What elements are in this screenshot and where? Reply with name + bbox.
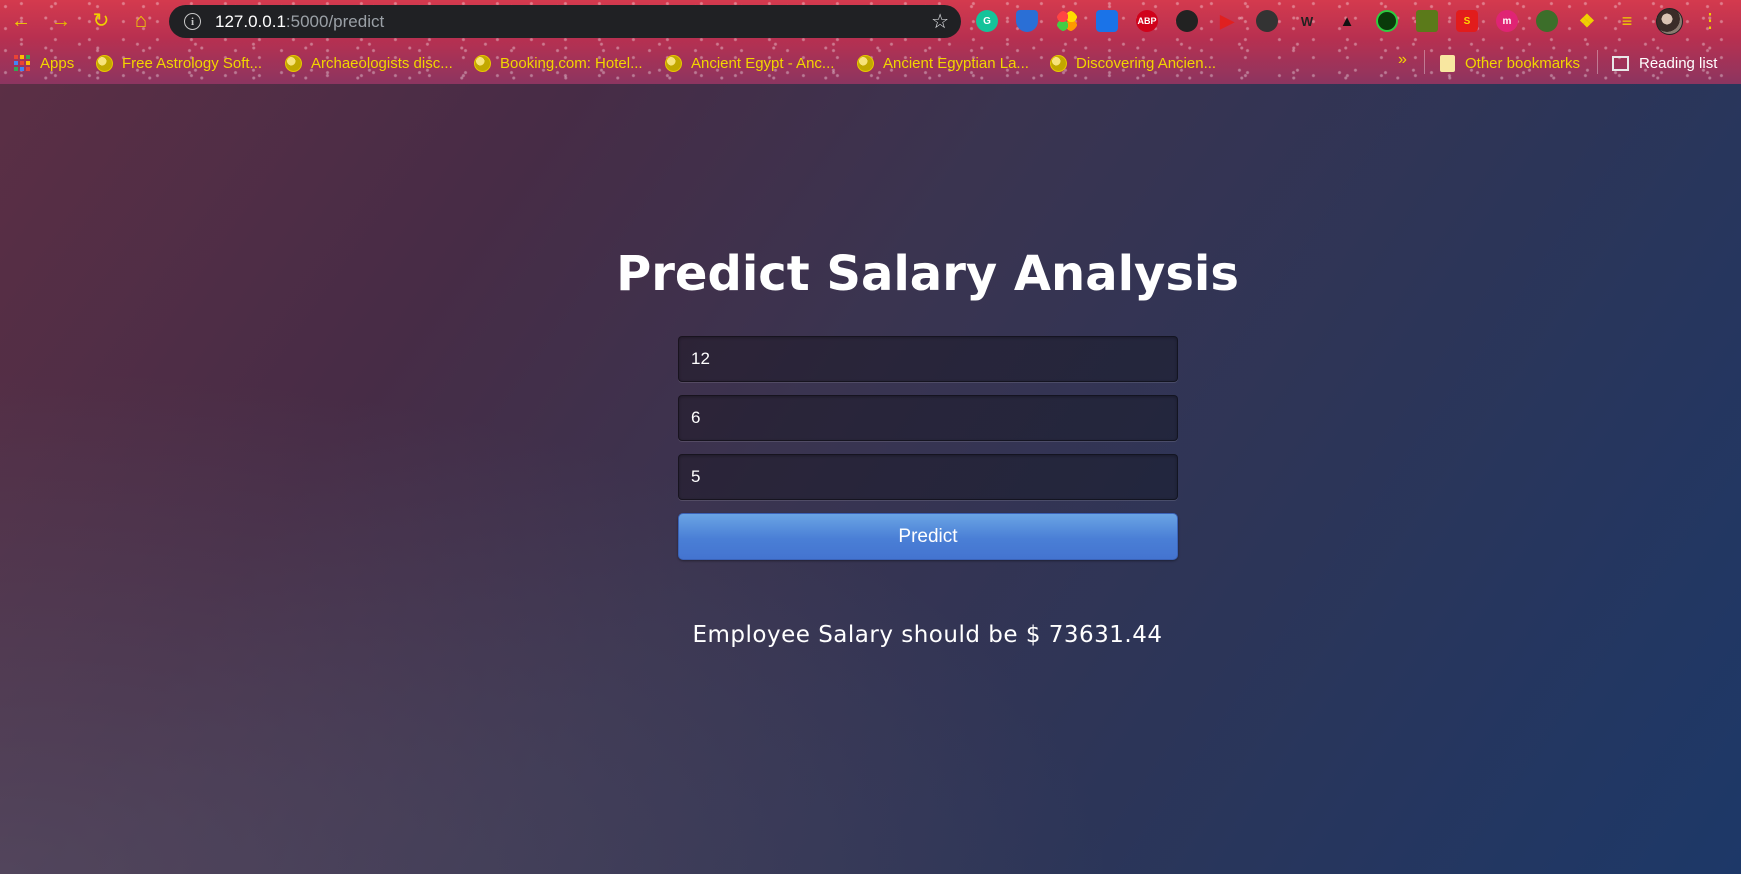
address-host: 127.0.0.1 bbox=[215, 11, 286, 31]
other-bookmarks-label: Other bookmarks bbox=[1465, 54, 1581, 72]
globe-icon bbox=[474, 54, 491, 72]
browser-chrome: ← → ↻ ⌂ i 127.0.0.1:5000/predict ☆ G ABP… bbox=[0, 0, 1741, 84]
bookmark-label: Free Astrology Soft... bbox=[122, 54, 263, 72]
reading-list-icon bbox=[1612, 55, 1629, 71]
other-bookmarks[interactable]: Other bookmarks bbox=[1440, 52, 1580, 74]
m-logo-icon[interactable]: m bbox=[1496, 10, 1518, 32]
flower-extension-icon[interactable] bbox=[1056, 10, 1078, 32]
adblock-icon[interactable]: ABP bbox=[1136, 10, 1158, 32]
globe-icon bbox=[857, 54, 874, 72]
bookmark-label: Apps bbox=[40, 54, 75, 72]
bookmarks-divider bbox=[1424, 50, 1425, 74]
address-bar[interactable]: i 127.0.0.1:5000/predict ☆ bbox=[169, 5, 961, 38]
leaf-extension-icon[interactable] bbox=[1536, 10, 1558, 32]
home-icon[interactable]: ⌂ bbox=[128, 8, 154, 34]
wonder-woman-icon[interactable]: W bbox=[1296, 10, 1318, 32]
bookmark-label: Ancient Egyptian La... bbox=[883, 54, 1029, 72]
page-title: Predict Salary Analysis bbox=[616, 246, 1239, 302]
reload-icon[interactable]: ↻ bbox=[88, 8, 114, 34]
bookmark-star-icon[interactable]: ☆ bbox=[931, 9, 949, 34]
reading-list[interactable]: Reading list bbox=[1612, 52, 1717, 74]
bookmark-label: Booking.com: Hotel... bbox=[500, 54, 643, 72]
play-icon[interactable]: ▶ bbox=[1216, 10, 1238, 32]
bookmark-item[interactable]: Discovering Ancien... bbox=[1050, 52, 1216, 74]
input-field-3[interactable] bbox=[678, 454, 1178, 500]
globe-icon bbox=[1050, 54, 1067, 72]
bookmarks-divider bbox=[1597, 50, 1598, 74]
globe-icon bbox=[665, 54, 682, 72]
green-lantern-icon[interactable] bbox=[1376, 10, 1398, 32]
translate-icon[interactable] bbox=[1096, 10, 1118, 32]
predict-button[interactable]: Predict bbox=[678, 513, 1178, 560]
back-icon[interactable]: ← bbox=[8, 8, 34, 34]
bookmark-item[interactable]: Ancient Egypt - Anc... bbox=[665, 52, 834, 74]
globe-icon bbox=[285, 54, 302, 72]
browser-toolbar: ← → ↻ ⌂ i 127.0.0.1:5000/predict ☆ G ABP… bbox=[0, 0, 1741, 42]
prediction-result: Employee Salary should be $ 73631.44 bbox=[692, 622, 1163, 648]
queue-icon[interactable]: ≡ bbox=[1616, 10, 1638, 32]
reading-list-label: Reading list bbox=[1639, 54, 1718, 72]
bookmark-item[interactable]: Free Astrology Soft... bbox=[96, 52, 262, 74]
profile-avatar[interactable] bbox=[1656, 8, 1683, 35]
address-path: :5000/predict bbox=[285, 11, 385, 31]
bookmarks-overflow-icon[interactable]: » bbox=[1398, 51, 1407, 69]
bookmark-label: Discovering Ancien... bbox=[1076, 54, 1217, 72]
bookmark-apps[interactable]: Apps bbox=[14, 52, 74, 74]
menu-kebab-icon[interactable]: ⋮ bbox=[1700, 8, 1720, 34]
bookmark-item[interactable]: Ancient Egyptian La... bbox=[857, 52, 1029, 74]
aquaman-icon[interactable] bbox=[1416, 10, 1438, 32]
batman-icon[interactable]: ▲ bbox=[1336, 10, 1358, 32]
site-info-icon[interactable]: i bbox=[184, 13, 201, 30]
superman-icon[interactable]: S bbox=[1456, 10, 1478, 32]
bookmark-label: Archaeologists disc... bbox=[311, 54, 453, 72]
grammarly-icon[interactable]: G bbox=[976, 10, 998, 32]
page-content: Predict Salary Analysis Predict Employee… bbox=[0, 84, 1741, 874]
bookmark-label: Ancient Egypt - Anc... bbox=[691, 54, 835, 72]
input-field-1[interactable] bbox=[678, 336, 1178, 382]
globe-icon bbox=[96, 54, 113, 72]
graduation-cap-icon[interactable] bbox=[1256, 10, 1278, 32]
bookmark-item[interactable]: Booking.com: Hotel... bbox=[474, 52, 643, 74]
puzzle-icon[interactable]: ❖ bbox=[1576, 10, 1598, 32]
apps-grid-icon bbox=[14, 55, 30, 71]
helmet-icon[interactable] bbox=[1176, 10, 1198, 32]
forward-icon[interactable]: → bbox=[48, 8, 74, 34]
folder-icon bbox=[1440, 54, 1455, 72]
shield-icon[interactable] bbox=[1016, 10, 1038, 32]
input-field-2[interactable] bbox=[678, 395, 1178, 441]
bookmark-item[interactable]: Archaeologists disc... bbox=[285, 52, 453, 74]
